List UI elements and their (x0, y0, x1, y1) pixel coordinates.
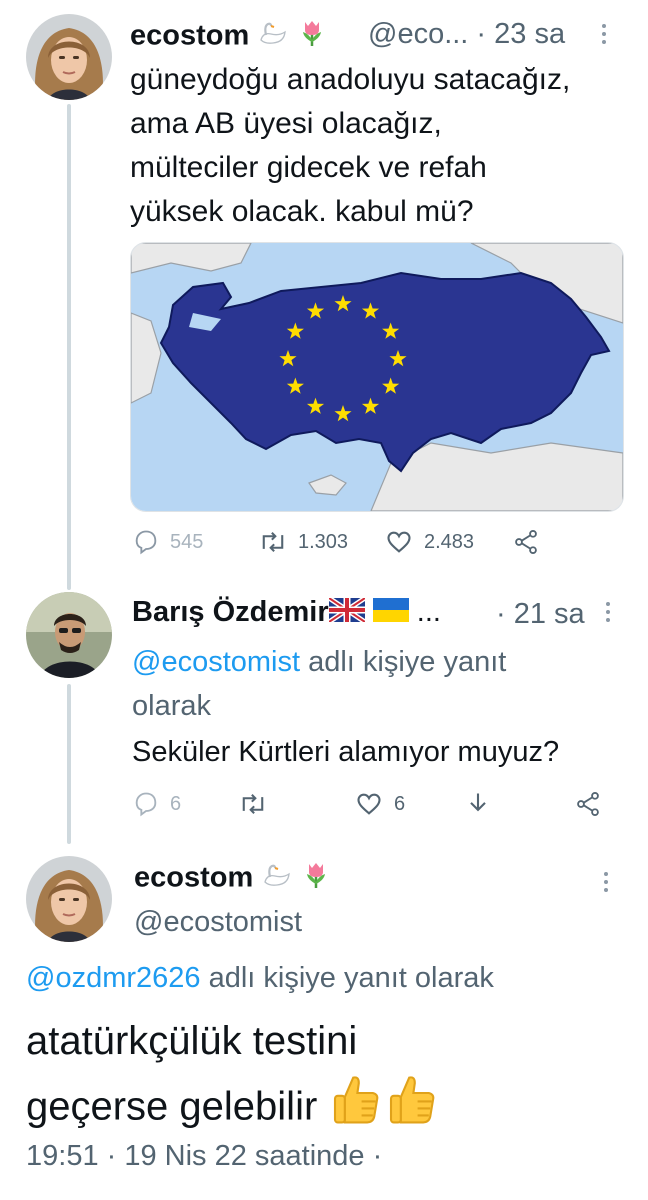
eu-star (361, 397, 380, 414)
avatar[interactable] (26, 14, 112, 100)
eu-star (334, 405, 352, 422)
eu-star (382, 377, 400, 394)
download-action[interactable] (464, 790, 492, 818)
tulip-emoji (297, 18, 327, 56)
eu-star (382, 322, 400, 339)
eu-star (306, 397, 325, 414)
eu-star (279, 350, 297, 367)
like-action[interactable]: 6 (354, 790, 405, 818)
thread-line-2 (67, 684, 71, 844)
share-icon (515, 529, 537, 555)
retweet-action[interactable]: 1.303 (258, 528, 348, 556)
avatar[interactable] (26, 592, 112, 678)
tweet-timestamp: 19:51 · 19 Nis 22 saatinde · (26, 1140, 383, 1172)
reply-context: @ecostomist adlı kişiye yanıt olarak (132, 646, 507, 722)
tweet-time: · 21 sa (496, 598, 585, 630)
kebab-icon[interactable] (602, 24, 608, 48)
avatar[interactable] (26, 856, 112, 942)
eu-star (334, 295, 352, 312)
like-icon (357, 793, 381, 815)
like-icon (387, 531, 411, 553)
reply-handle-link[interactable]: @ecostomist (132, 646, 300, 678)
eu-star (286, 377, 304, 394)
retweet-action[interactable] (238, 790, 268, 818)
display-name[interactable]: ecostom (130, 18, 327, 56)
download-icon (470, 793, 486, 812)
tulip-emoji (301, 860, 331, 898)
reply-context: @ozdmr2626 adlı kişiye yanıt olarak (26, 962, 494, 994)
reply-icon (135, 792, 157, 817)
handle-time: @eco... · 23 sa (368, 18, 566, 50)
thumbs-up-emoji (328, 1072, 384, 1146)
share-icon (577, 791, 599, 817)
display-name[interactable]: Barış Özdemir ... (132, 595, 441, 630)
tweet-text: atatürkçülük testini geçerse gelebilir (26, 1010, 440, 1146)
eu-stars (279, 295, 407, 422)
share-action[interactable] (574, 790, 602, 818)
eu-star (306, 302, 325, 319)
eu-star (389, 350, 407, 367)
swan-emoji (261, 862, 293, 896)
retweet-icon (242, 794, 264, 814)
like-action[interactable]: 2.483 (384, 528, 474, 556)
share-action[interactable] (512, 528, 540, 556)
reply-icon (135, 530, 157, 555)
retweet-icon (262, 532, 284, 552)
reply-action[interactable]: 6 (132, 790, 181, 818)
display-name[interactable]: ecostom (134, 860, 331, 898)
ukraine-flag-emoji (372, 597, 409, 630)
reply-handle-link[interactable]: @ozdmr2626 (26, 962, 201, 994)
handle: @ecostomist (134, 906, 303, 938)
thumbs-up-emoji (384, 1072, 440, 1146)
reply-action[interactable]: 545 (132, 528, 203, 556)
thread-line-1 (67, 104, 71, 590)
kebab-icon[interactable] (604, 872, 610, 896)
eu-star (286, 322, 304, 339)
tweet-text: Seküler Kürtleri alamıyor muyuz? (132, 736, 560, 768)
kebab-icon[interactable] (606, 602, 612, 626)
swan-emoji (257, 20, 289, 54)
tweet-text: güneydoğu anadoluyu satacağız, ama AB üy… (130, 63, 571, 228)
eu-star (361, 302, 380, 319)
uk-flag-emoji (327, 595, 367, 630)
